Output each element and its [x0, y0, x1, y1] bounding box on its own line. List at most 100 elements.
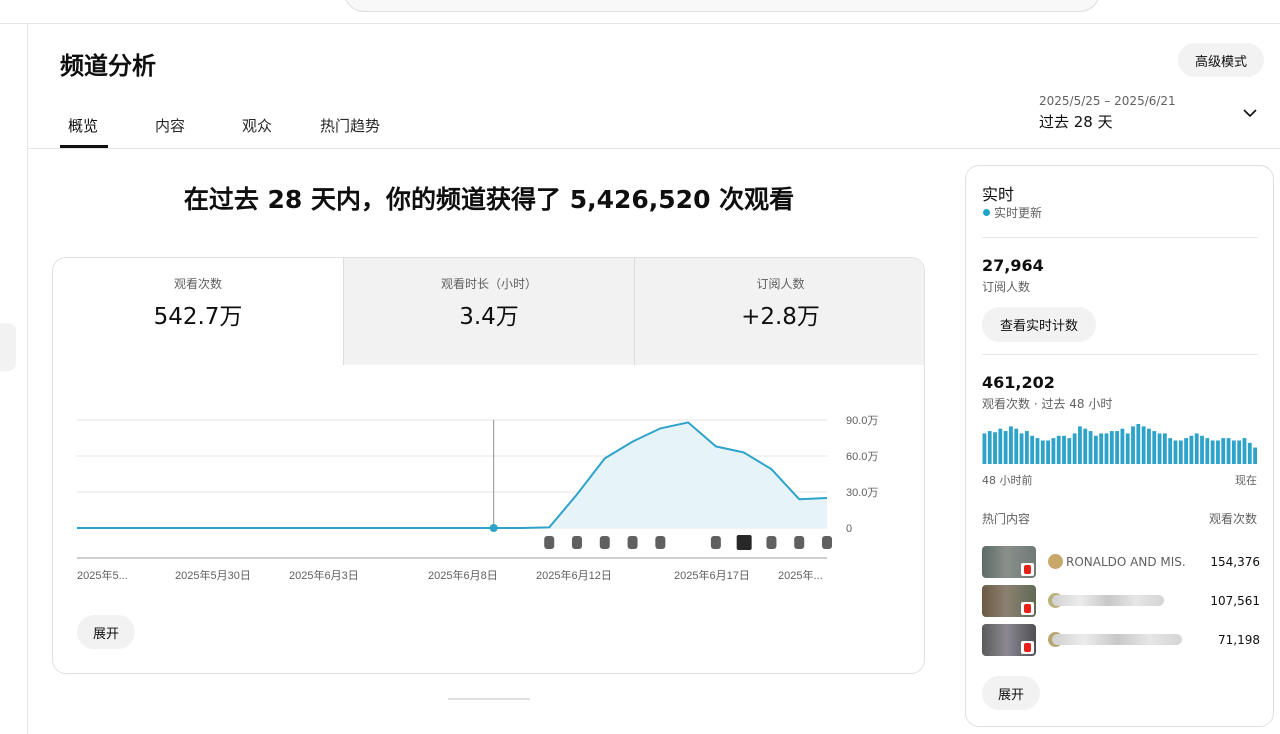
realtime-title: 实时 — [982, 185, 1015, 204]
shorts-marker-icon — [544, 536, 555, 549]
video-thumbnail[interactable] — [982, 624, 1036, 656]
video-views: 154,376 — [1210, 555, 1260, 569]
realtime-bar — [1051, 438, 1056, 464]
realtime-bar — [1120, 428, 1125, 464]
tab-overview[interactable]: 概览 — [68, 115, 98, 136]
metric-label: 观看时长（小时） — [440, 277, 537, 291]
realtime-bar — [1247, 442, 1252, 464]
realtime-bar — [1072, 433, 1077, 464]
video-views: 107,561 — [1210, 594, 1260, 608]
advanced-mode-button[interactable]: 高级模式 — [1178, 43, 1264, 77]
realtime-bar — [1104, 433, 1109, 464]
realtime-bar — [1115, 431, 1119, 464]
y-tick-label: 60.0万 — [846, 451, 878, 463]
realtime-bar — [1046, 440, 1050, 464]
realtime-bar-chart[interactable] — [982, 424, 1258, 464]
realtime-bar — [1019, 433, 1024, 464]
shorts-marker-icon — [822, 536, 832, 549]
search-bar[interactable] — [344, 0, 1100, 12]
x-tick-label: 2025年6月8日 — [428, 568, 498, 582]
realtime-bar — [1131, 426, 1135, 464]
realtime-bar — [1237, 440, 1242, 464]
realtime-bar — [1157, 433, 1162, 464]
video-title[interactable]: RONALDO AND MIS... — [1066, 555, 1186, 569]
shorts-icon — [1021, 602, 1034, 615]
shorts-marker-icon — [627, 536, 638, 549]
realtime-bar — [1184, 438, 1188, 464]
view-realtime-count-button[interactable]: 查看实时计数 — [982, 307, 1096, 342]
series-area — [77, 422, 827, 528]
overview-card: 观看次数 542.7万 观看时长（小时） 3.4万 订阅人数 +2.8万 0 30… — [52, 257, 925, 674]
shorts-icon — [1021, 641, 1034, 654]
realtime-bar — [1035, 438, 1040, 464]
views-chart[interactable]: 0 30.0万 60.0万 90.0万 2025年5... 2025年5月30日 2025年… — [53, 365, 925, 605]
realtime-bar — [1242, 438, 1247, 464]
blurred-title[interactable] — [1052, 595, 1164, 606]
realtime-bar — [1168, 438, 1173, 464]
metric-watch-time[interactable]: 观看时长（小时） 3.4万 — [344, 258, 635, 365]
realtime-bar — [1189, 435, 1194, 464]
video-marker-icon — [736, 535, 752, 550]
tab-trends[interactable]: 热门趋势 — [320, 115, 380, 136]
realtime-bar — [1009, 426, 1013, 464]
metric-value: +2.8万 — [741, 304, 820, 330]
realtime-bar — [1231, 440, 1236, 464]
y-tick-label: 30.0万 — [846, 487, 878, 499]
divider — [982, 237, 1258, 238]
realtime-views: 461,202 — [982, 373, 1055, 392]
shorts-marker-icon — [794, 536, 805, 549]
realtime-bar — [1030, 435, 1035, 464]
realtime-subscribers: 27,964 — [982, 256, 1044, 275]
realtime-bar — [1125, 433, 1130, 464]
realtime-bar — [1200, 435, 1204, 464]
video-thumbnail[interactable] — [982, 585, 1036, 617]
realtime-expand-button[interactable]: 展开 — [982, 676, 1040, 710]
x-tick-label: 2025年6月12日 — [536, 568, 612, 582]
realtime-bar — [1210, 440, 1215, 464]
video-views: 71,198 — [1218, 633, 1260, 647]
shorts-marker-icon — [710, 536, 721, 549]
metric-views[interactable]: 观看次数 542.7万 — [53, 258, 344, 365]
page-title: 频道分析 — [60, 52, 156, 80]
top-content-item[interactable]: 71,198 — [982, 624, 1260, 656]
metric-subscribers[interactable]: 订阅人数 +2.8万 — [635, 258, 924, 365]
video-thumbnail[interactable] — [982, 546, 1036, 578]
realtime-bar — [1194, 433, 1199, 464]
x-tick-label: 2025年5... — [77, 568, 128, 582]
rail-toggle[interactable] — [0, 323, 16, 371]
shorts-marker-icon — [655, 536, 666, 549]
y-tick-label: 0 — [846, 523, 852, 535]
realtime-bar — [1205, 438, 1210, 464]
metric-value: 3.4万 — [459, 304, 519, 330]
avatar — [1048, 554, 1063, 569]
realtime-bar — [1253, 447, 1257, 464]
metric-label: 订阅人数 — [756, 277, 805, 291]
realtime-bar — [1141, 426, 1146, 464]
views-label: 观看次数 · 过去 48 小时 — [982, 397, 1113, 411]
realtime-bar — [1040, 440, 1045, 464]
subscribers-label: 订阅人数 — [982, 280, 1031, 294]
realtime-bar — [1062, 435, 1066, 464]
shorts-marker-icon — [766, 536, 777, 549]
date-range[interactable]: 2025/5/25 – 2025/6/21 — [1039, 94, 1176, 108]
tab-content[interactable]: 内容 — [155, 115, 185, 136]
blurred-title[interactable] — [1052, 634, 1182, 645]
date-period[interactable]: 过去 28 天 — [1039, 111, 1113, 132]
shorts-marker-icon — [599, 536, 610, 549]
realtime-bar — [1056, 435, 1061, 464]
expand-button[interactable]: 展开 — [77, 615, 135, 649]
tab-audience[interactable]: 观众 — [242, 115, 272, 136]
header-divider — [28, 148, 1280, 149]
y-tick-label: 90.0万 — [846, 415, 878, 427]
top-content-item[interactable]: 107,561 — [982, 585, 1260, 617]
realtime-bar — [1078, 426, 1082, 464]
top-content-item[interactable]: RONALDO AND MIS... 154,376 — [982, 546, 1260, 578]
left-rail — [0, 24, 28, 734]
realtime-bar — [1162, 433, 1167, 464]
views-column-label: 观看次数 — [1208, 512, 1257, 526]
hover-point — [489, 524, 498, 532]
realtime-bar — [1226, 438, 1231, 464]
top-content-label: 热门内容 — [982, 512, 1031, 526]
metric-value: 542.7万 — [153, 304, 243, 330]
chevron-down-icon[interactable] — [1241, 104, 1259, 122]
